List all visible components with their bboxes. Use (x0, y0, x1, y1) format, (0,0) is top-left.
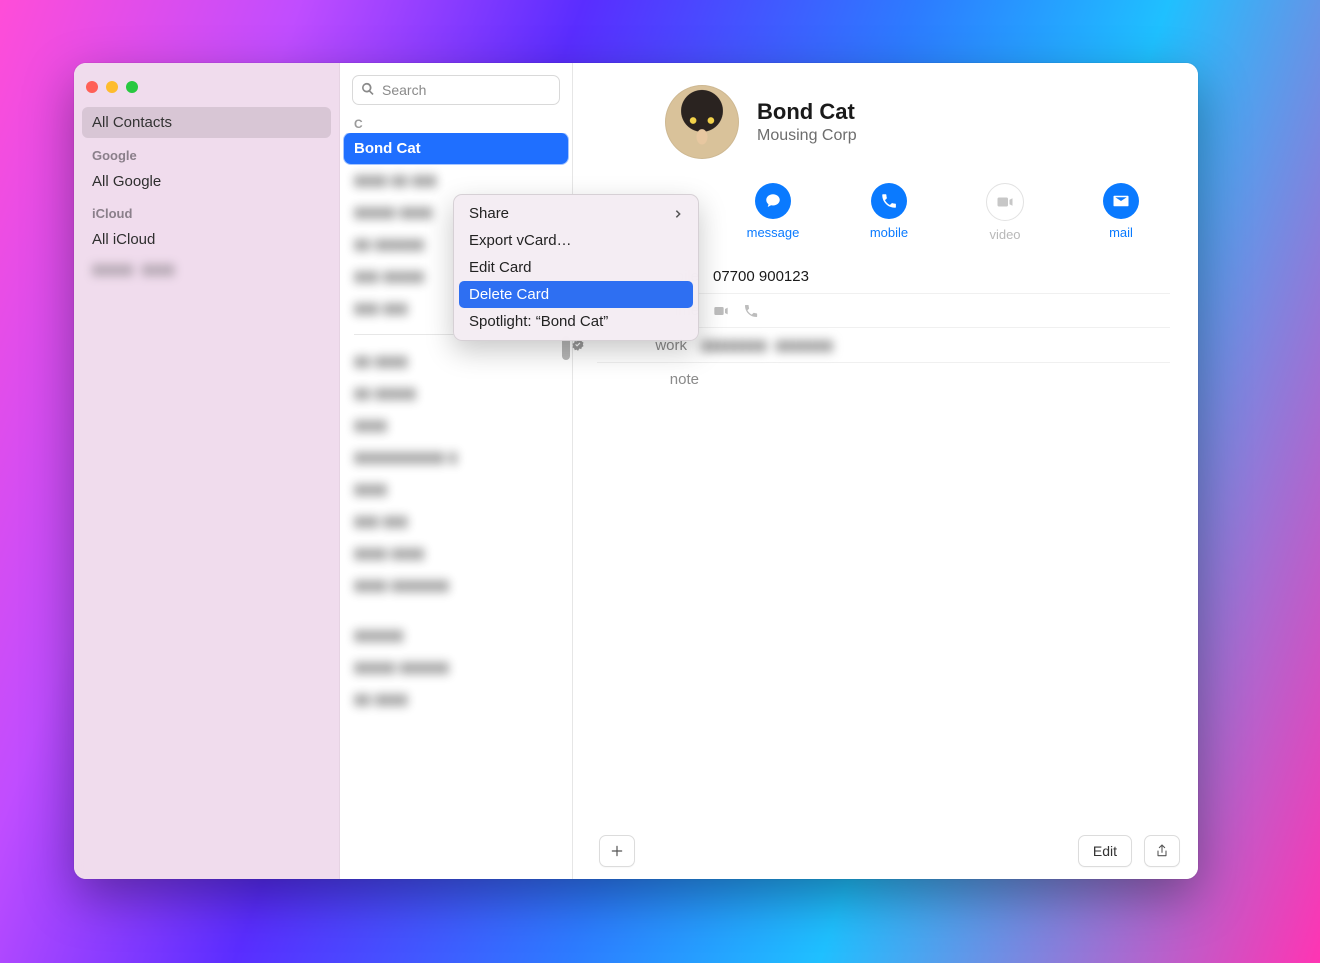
menu-item-label: Edit Card (469, 259, 532, 276)
sidebar-item-label: All Google (92, 173, 161, 190)
field-value (713, 303, 759, 319)
context-menu-item-export-vcard[interactable]: Export vCard… (459, 227, 693, 254)
contact-row-redacted[interactable]: ▮▮▮▮ (340, 473, 572, 505)
add-button[interactable] (599, 835, 635, 867)
mail-icon (1103, 183, 1139, 219)
menu-item-label: Export vCard… (469, 232, 572, 249)
contact-row-redacted[interactable]: ▮▮ ▮▮▮▮ (340, 683, 572, 715)
field-note[interactable]: note (597, 363, 1170, 396)
contact-row-redacted[interactable]: ▮▮ ▮▮▮▮▮ (340, 377, 572, 409)
contact-company: Mousing Corp (757, 127, 857, 145)
contact-row-redacted[interactable]: ▮▮▮▮▮▮▮▮▮▮▮ ▮ (340, 441, 572, 473)
context-menu: Share Export vCard… Edit Card Delete Car… (453, 194, 699, 341)
sidebar-item-label: All iCloud (92, 231, 155, 248)
action-video: video (973, 183, 1037, 242)
close-window-button[interactable] (86, 81, 98, 93)
search-placeholder: Search (382, 82, 426, 98)
sidebar-group-header-icloud: iCloud (82, 196, 331, 225)
contact-name: Bond Cat (354, 140, 421, 157)
contact-row-redacted[interactable]: ▮▮ ▮▮▮▮ (340, 345, 572, 377)
action-label: mail (1109, 225, 1133, 240)
window-traffic-lights (82, 77, 331, 107)
sidebar-item-label: All Contacts (92, 114, 172, 131)
sidebar: All Contacts Google All Google iCloud Al… (74, 63, 340, 879)
action-mail[interactable]: mail (1089, 183, 1153, 242)
search-input[interactable]: Search (352, 75, 560, 105)
contact-row-redacted[interactable]: ▮▮▮▮ ▮▮ ▮▮▮ (340, 164, 572, 196)
field-value-redacted: ▮▮▮▮▮▮▮▮ ▮▮▮▮▮▮▮ (701, 336, 833, 354)
context-menu-item-spotlight[interactable]: Spotlight: “Bond Cat” (459, 308, 693, 335)
context-menu-item-edit-card[interactable]: Edit Card (459, 254, 693, 281)
contact-row-redacted[interactable]: ▮▮▮ ▮▮▮ (340, 505, 572, 537)
zoom-window-button[interactable] (126, 81, 138, 93)
contacts-window: All Contacts Google All Google iCloud Al… (74, 63, 1198, 879)
share-icon (1154, 843, 1170, 859)
sidebar-item-all-google[interactable]: All Google (82, 167, 331, 196)
detail-footer: Edit (573, 823, 1198, 879)
menu-item-label: Share (469, 205, 509, 222)
button-label: Edit (1093, 843, 1117, 859)
contact-list-pane: Search C Bond Cat ▮▮▮▮ ▮▮ ▮▮▮ ▮▮▮▮▮ ▮▮▮▮… (340, 63, 573, 879)
avatar[interactable] (665, 85, 739, 159)
menu-item-label: Spotlight: “Bond Cat” (469, 313, 608, 330)
minimize-window-button[interactable] (106, 81, 118, 93)
field-value: 07700 900123 (713, 268, 809, 285)
contact-row-redacted[interactable]: ▮▮▮▮ ▮▮▮▮ (340, 537, 572, 569)
video-icon (986, 183, 1024, 221)
sidebar-item-all-icloud[interactable]: All iCloud (82, 225, 331, 254)
chevron-right-icon (673, 209, 683, 219)
action-message[interactable]: message (741, 183, 805, 242)
contact-row-redacted[interactable]: ▮▮▮▮ ▮▮▮▮▮▮▮ (340, 569, 572, 601)
video-icon[interactable] (713, 303, 729, 319)
sidebar-item-redacted[interactable]: ▮▮▮▮▮ ▮▮▮▮ (82, 254, 331, 284)
action-label: video (989, 227, 1020, 242)
menu-item-label: Delete Card (469, 286, 549, 303)
action-mobile[interactable]: mobile (857, 183, 921, 242)
contact-title: Bond Cat (757, 99, 857, 124)
search-icon (361, 82, 375, 99)
contact-row-redacted[interactable]: ▮▮▮▮ (340, 409, 572, 441)
edit-button[interactable]: Edit (1078, 835, 1132, 867)
section-header-letter: C (340, 111, 572, 133)
contact-detail-pane: Bond Cat Mousing Corp message mobile (573, 63, 1198, 879)
message-icon (755, 183, 791, 219)
context-menu-item-share[interactable]: Share (459, 200, 693, 227)
sidebar-group-header-google: Google (82, 138, 331, 167)
phone-icon (871, 183, 907, 219)
action-label: mobile (870, 225, 908, 240)
context-menu-item-delete-card[interactable]: Delete Card (459, 281, 693, 308)
action-label: message (747, 225, 800, 240)
phone-icon[interactable] (743, 303, 759, 319)
field-label: note (597, 371, 699, 388)
contact-row-redacted[interactable]: ▮▮▮▮▮▮ (340, 619, 572, 651)
share-button[interactable] (1144, 835, 1180, 867)
contact-row-selected[interactable]: Bond Cat (346, 135, 566, 162)
sidebar-item-all-contacts[interactable]: All Contacts (82, 107, 331, 138)
contact-row-redacted[interactable]: ▮▮▮▮▮ ▮▮▮▮▮▮ (340, 651, 572, 683)
